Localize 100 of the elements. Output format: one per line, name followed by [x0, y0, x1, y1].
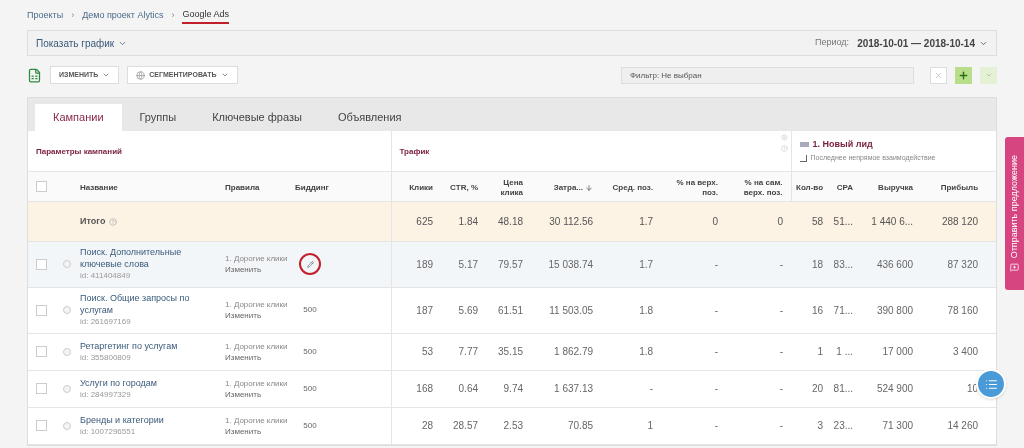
campaign-id: id: 355800809: [80, 351, 132, 364]
campaign-link[interactable]: Поиск. Дополнительные ключевые слова: [80, 246, 221, 270]
table-cell: -: [714, 304, 719, 316]
table-cell: 0.64: [458, 383, 479, 394]
row-checkbox[interactable]: [36, 420, 47, 431]
tab[interactable]: Кампании: [35, 104, 122, 131]
table-cell: -: [714, 258, 719, 270]
campaign-link[interactable]: Поиск. Общие запросы по услугам: [80, 292, 221, 316]
column-header[interactable]: Правила: [225, 182, 260, 193]
edit-rule-link[interactable]: Изменить: [225, 351, 291, 363]
row-checkbox[interactable]: [36, 258, 47, 270]
edit-rule-link[interactable]: Изменить: [225, 264, 291, 275]
table-cell: 436 600: [876, 258, 914, 270]
row-checkbox[interactable]: [36, 383, 47, 394]
status-icon: [63, 260, 71, 268]
rule-name: 1. Дорогие клики: [225, 253, 289, 264]
close-icon: [934, 70, 943, 80]
table-cell: -: [714, 346, 719, 357]
chevron-down-icon: [220, 71, 229, 79]
list-fab[interactable]: [976, 369, 1006, 399]
table-row[interactable]: Поиск. Дополнительные ключевые слова id: 411404849 1. Дорогие клики Изменить 189 5.17 79.57 15 038.74 1.7 - - 18 83... 436 600 87 320: [28, 241, 997, 287]
period-label: Период:: [815, 36, 850, 50]
campaign-link[interactable]: Услуги по городам: [80, 376, 221, 389]
table-cell: 168: [416, 383, 434, 394]
spreadsheet-icon[interactable]: [27, 67, 42, 83]
tab[interactable]: Группы: [121, 104, 195, 131]
rule-name: 1. Дорогие клики: [225, 340, 289, 352]
table-cell: 3: [817, 420, 824, 431]
table-row[interactable]: Бренды и категории id: 1007296551 1. Дорогие клики Изменить 500 28 28.57 2.53 70.85 1 - - 3 23... 71 300 14 260: [28, 407, 997, 444]
column-header[interactable]: % на сам. верх. поз.: [726, 178, 783, 198]
column-header[interactable]: % на верх. поз.: [661, 178, 719, 198]
show-chart-toggle[interactable]: Показать график: [36, 35, 128, 51]
table-cell: -: [779, 258, 784, 270]
edit-rule-link[interactable]: Изменить: [225, 310, 291, 321]
plus-icon: [958, 69, 969, 81]
settings-icon[interactable]: [780, 134, 788, 141]
table-row[interactable]: Поиск. Общие запросы по услугам id: 261697169 1. Дорогие клики Изменить 500 187 5.69 61.51 11 503.05 1.8 - - 16 71... 390 800 78 160: [28, 287, 997, 333]
row-checkbox[interactable]: [36, 304, 47, 316]
column-header[interactable]: Название: [80, 182, 118, 193]
row-checkbox[interactable]: [36, 346, 47, 357]
campaign-link[interactable]: Ретаргетинг по услугам: [80, 339, 221, 352]
edit-rule-link[interactable]: Изменить: [225, 388, 291, 400]
edit-rule-link[interactable]: Изменить: [225, 425, 291, 437]
column-header[interactable]: Затра...: [553, 182, 594, 193]
column-header[interactable]: Сред. поз.: [612, 182, 654, 193]
table-cell: 187: [416, 304, 434, 316]
campaign-id: id: 284997329: [80, 388, 132, 401]
table-cell: 70.85: [568, 420, 594, 431]
table-cell: -: [714, 420, 719, 431]
help-icon[interactable]: [780, 145, 788, 152]
column-header[interactable]: Биддинг: [295, 182, 329, 193]
select-all-checkbox[interactable]: [36, 180, 47, 192]
column-header[interactable]: CPA: [836, 182, 854, 193]
send-proposal-tab[interactable]: Отправить предложение: [1005, 137, 1024, 290]
table-cell: -: [779, 383, 784, 394]
table-cell: 28.57: [453, 420, 479, 431]
table-cell: 0: [712, 215, 719, 227]
globe-icon: [136, 70, 146, 80]
table-cell: 83...: [833, 258, 854, 270]
group-header: Трафик: [399, 147, 430, 157]
add-filter-button[interactable]: [955, 66, 972, 84]
pencil-icon[interactable]: [306, 260, 314, 268]
table-cell: 71 300: [882, 420, 914, 431]
table-row[interactable]: Ретаргетинг по услугам id: 355800809 1. Дорогие клики Изменить 500 53 7.77 35.15 1 862.79 1.8 - - 1 1 ... 17 000 3 400: [28, 333, 997, 370]
rule-name: 1. Дорогие клики: [225, 414, 289, 426]
table-cell: 28: [421, 420, 434, 431]
total-label: Итого: [80, 215, 106, 229]
tab[interactable]: Ключевые фразы: [194, 104, 320, 131]
column-header[interactable]: Прибыль: [940, 182, 979, 193]
breadcrumb-link[interactable]: Демо проект Alytics: [82, 9, 164, 23]
table-cell: 11 503.05: [549, 304, 594, 316]
table-cell: 30 112.56: [549, 215, 594, 227]
breadcrumb-link[interactable]: Google Ads: [182, 7, 230, 25]
column-header[interactable]: CTR, %: [450, 182, 479, 193]
table-cell: 288 120: [941, 215, 979, 227]
campaign-link[interactable]: Бренды и категории: [80, 413, 221, 426]
column-header[interactable]: Выручка: [878, 182, 914, 193]
table-cell: 1.7: [639, 258, 654, 270]
bid-value: 500: [303, 345, 317, 358]
column-header[interactable]: Цена клика: [486, 178, 524, 198]
clear-filter-button[interactable]: [930, 66, 947, 84]
table-cell: -: [779, 346, 784, 357]
tab[interactable]: Объявления: [319, 104, 420, 131]
rule-name: 1. Дорогие клики: [225, 377, 289, 389]
table-cell: 189: [416, 258, 434, 270]
period-picker[interactable]: 2018-10-01 — 2018-10-14: [857, 35, 988, 51]
table-cell: -: [714, 383, 719, 394]
message-icon: [1010, 262, 1019, 272]
table-cell: 1.8: [639, 346, 654, 357]
table-cell: 14 260: [947, 420, 979, 431]
breadcrumb-link[interactable]: Проекты: [27, 9, 64, 23]
breadcrumb-separator: ›: [71, 9, 75, 23]
table-cell: 2.53: [503, 420, 524, 431]
help-icon[interactable]: [109, 218, 118, 226]
table-cell: 5.17: [458, 258, 479, 270]
column-header[interactable]: Клики: [409, 182, 434, 193]
filter-field[interactable]: Фильтр: Не выбран: [621, 66, 914, 84]
column-header[interactable]: Кол-во: [796, 182, 824, 193]
bid-value: 500: [303, 304, 317, 316]
filter-dropdown-button[interactable]: [980, 66, 997, 84]
